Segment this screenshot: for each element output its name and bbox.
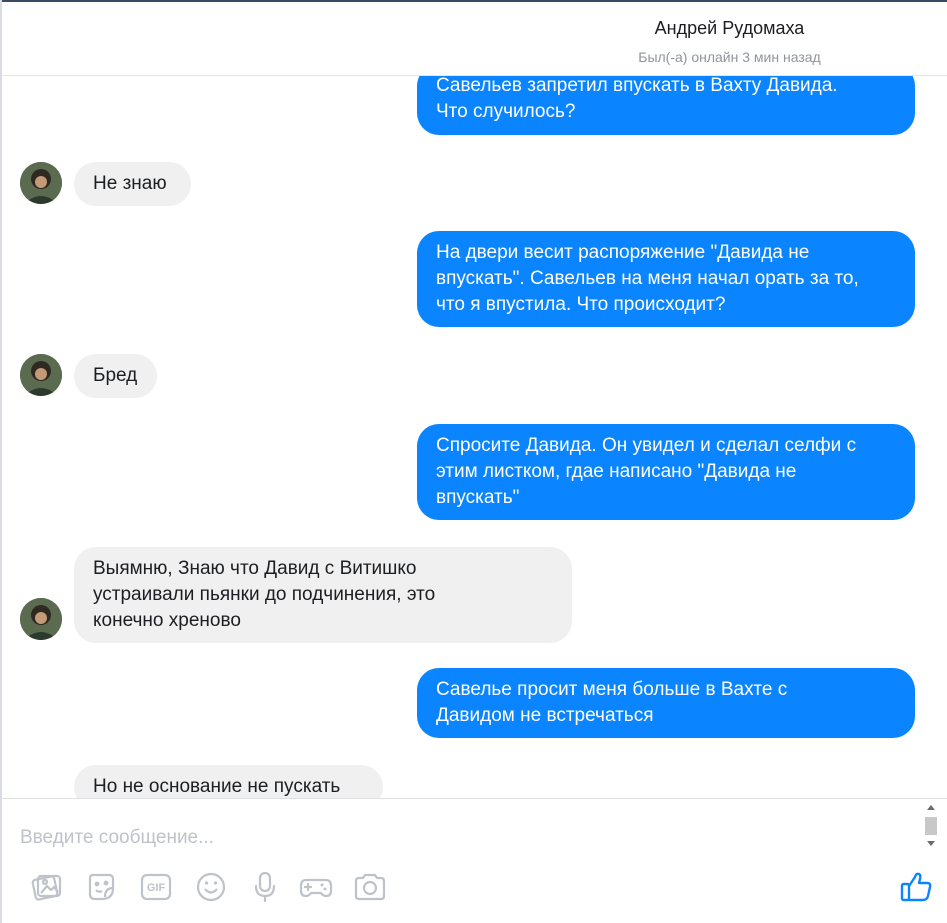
- message-line: Не знаю: [93, 173, 167, 194]
- scroll-up-arrow-icon[interactable]: [927, 805, 935, 810]
- message-line: Спросите Давида. Он увидел и сделал селф…: [436, 435, 857, 456]
- message-line: Бред: [93, 365, 138, 386]
- message-bubble-outgoing[interactable]: Спросите Давида. Он увидел и сделал селф…: [417, 424, 915, 520]
- avatar[interactable]: [20, 598, 62, 640]
- conversation-header: Андрей Рудомаха Был(-а) онлайн 3 мин наз…: [2, 2, 947, 76]
- contact-name[interactable]: Андрей Рудомаха: [655, 18, 805, 38]
- message-line: Что случилось?: [436, 101, 576, 122]
- avatar[interactable]: [20, 162, 62, 204]
- message-line: Выямню, Знаю что Давид с Витишко: [93, 558, 417, 579]
- message-line: устраивали пьянки до подчинения, это: [93, 584, 436, 605]
- message-line: что я впустила. Что происходит?: [436, 294, 726, 315]
- message-line: этим листком, гдае написано "Давида не: [436, 461, 797, 482]
- message-line: Савелье просит меня больше в Вахте с: [436, 679, 788, 700]
- message-bubble-incoming[interactable]: Не знаю: [74, 162, 191, 206]
- gif-icon-label: GIF: [147, 882, 166, 894]
- message-bubble-outgoing[interactable]: На двери весит распоряжение "Давида не в…: [417, 231, 915, 327]
- like-icon[interactable]: [898, 869, 934, 905]
- message-bubble-outgoing[interactable]: Савелье просит меня больше в Вахте с Дав…: [417, 668, 915, 738]
- message-line: Давидом не встречаться: [436, 705, 654, 726]
- photo-icon[interactable]: [28, 869, 64, 905]
- scroll-down-arrow-icon[interactable]: [927, 841, 935, 846]
- contact-status: Был(-а) онлайн 3 мин назад: [638, 49, 821, 65]
- message-input[interactable]: [20, 827, 900, 849]
- gif-icon[interactable]: GIF: [138, 869, 174, 905]
- message-bubble-incoming[interactable]: Выямню, Знаю что Давид с Витишко устраив…: [74, 547, 572, 643]
- message-line: конечно хреново: [93, 610, 241, 631]
- game-controller-icon[interactable]: [298, 869, 334, 905]
- message-line: впускать". Савельев на меня начал орать …: [436, 268, 859, 289]
- avatar[interactable]: [20, 354, 62, 396]
- message-line: Но не основание не пускать: [93, 776, 341, 797]
- message-line: впускать": [436, 487, 520, 508]
- message-list[interactable]: Савельев запретил впускать в Вахту Давид…: [2, 76, 947, 798]
- camera-icon[interactable]: [352, 869, 388, 905]
- message-line: На двери весит распоряжение "Давида не: [436, 242, 810, 263]
- microphone-icon[interactable]: [247, 869, 283, 905]
- sticker-icon[interactable]: [83, 869, 119, 905]
- message-composer: GIF: [2, 798, 947, 923]
- message-bubble-incoming[interactable]: Бред: [74, 354, 157, 398]
- message-bubble-incoming[interactable]: Но не основание не пускать: [74, 765, 383, 798]
- message-line: Савельев запретил впускать в Вахту Давид…: [436, 76, 838, 96]
- composer-scrollbar[interactable]: [924, 803, 938, 847]
- emoji-icon[interactable]: [193, 869, 229, 905]
- scroll-thumb[interactable]: [925, 817, 937, 835]
- message-bubble-outgoing[interactable]: Савельев запретил впускать в Вахту Давид…: [417, 76, 915, 135]
